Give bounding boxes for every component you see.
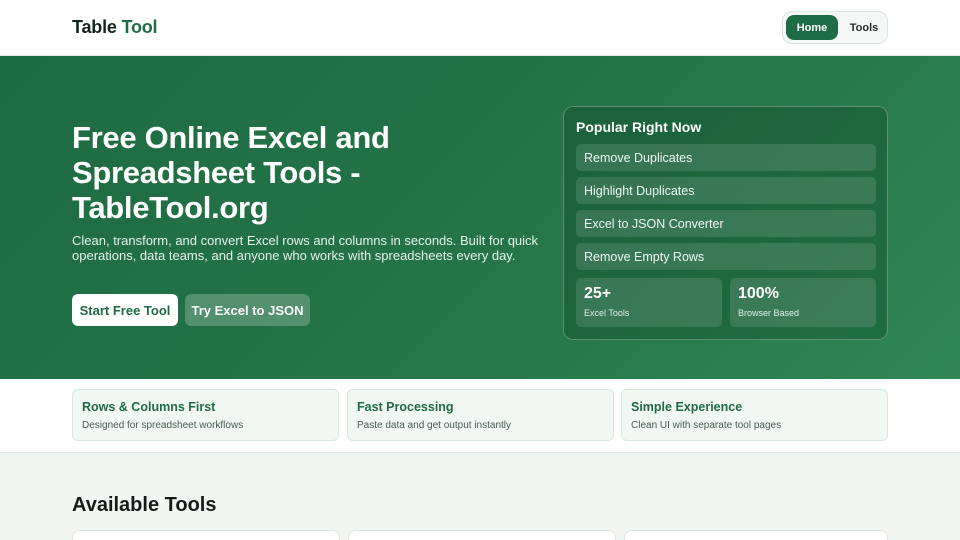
stat-label: Browser Based (738, 308, 800, 318)
feature-card-rows-columns: Rows & Columns First Designed for spread… (72, 389, 339, 441)
stat-value: 25+ (584, 285, 612, 302)
stat-value: 100% (738, 285, 779, 302)
brand-name-part1: Table (72, 17, 117, 37)
stat-label: Excel Tools (584, 308, 630, 318)
try-excel-to-json-button[interactable]: Try Excel to JSON (185, 294, 310, 326)
popular-item-excel-to-json[interactable]: Excel to JSON Converter (576, 210, 876, 237)
tool-card[interactable] (624, 530, 888, 540)
nav-tools-link[interactable]: Tools (843, 15, 885, 40)
brand-logo[interactable]: Table Tool (72, 17, 158, 38)
stat-card-browser-based: 100% Browser Based (730, 278, 876, 327)
main-nav: Home Tools (782, 11, 888, 44)
stat-card-excel-tools: 25+ Excel Tools (576, 278, 722, 327)
available-tools-section: Available Tools (0, 453, 960, 540)
feature-title: Fast Processing (357, 400, 454, 414)
feature-description: Paste data and get output instantly (357, 420, 511, 431)
feature-title: Simple Experience (631, 400, 743, 414)
popular-tools-panel: Popular Right Now Remove Duplicates High… (563, 106, 888, 340)
hero-section: Free Online Excel and Spreadsheet Tools … (0, 56, 960, 379)
feature-description: Designed for spreadsheet workflows (82, 420, 244, 431)
available-tools-heading: Available Tools (72, 494, 217, 516)
hero-subtitle: Clean, transform, and convert Excel rows… (72, 233, 539, 263)
tool-card[interactable] (72, 530, 340, 540)
top-navigation-bar: Table Tool Home Tools (0, 0, 960, 56)
popular-item-remove-empty-rows[interactable]: Remove Empty Rows (576, 243, 876, 270)
brand-name-part2: Tool (121, 17, 158, 37)
feature-card-fast-processing: Fast Processing Paste data and get outpu… (347, 389, 614, 441)
nav-home-link[interactable]: Home (786, 15, 838, 40)
popular-panel-title: Popular Right Now (576, 119, 702, 135)
popular-item-highlight-duplicates[interactable]: Highlight Duplicates (576, 177, 876, 204)
feature-description: Clean UI with separate tool pages (631, 420, 782, 431)
feature-card-simple-experience: Simple Experience Clean UI with separate… (621, 389, 888, 441)
popular-item-remove-duplicates[interactable]: Remove Duplicates (576, 144, 876, 171)
hero-title: Free Online Excel and Spreadsheet Tools … (72, 120, 390, 225)
start-free-tool-button[interactable]: Start Free Tool (72, 294, 178, 326)
tool-card[interactable] (348, 530, 616, 540)
features-strip: Rows & Columns First Designed for spread… (0, 379, 960, 453)
feature-title: Rows & Columns First (82, 400, 216, 414)
